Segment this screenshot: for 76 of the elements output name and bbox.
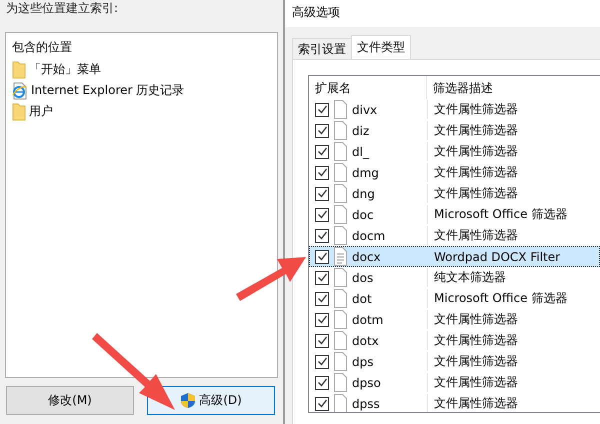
dialog-button[interactable]: 高级(D) xyxy=(147,386,275,415)
checkbox[interactable] xyxy=(315,144,329,158)
file-icon xyxy=(333,141,348,162)
location-label: 用户 xyxy=(29,103,53,120)
extension-text: doc xyxy=(352,208,374,222)
file-icon xyxy=(333,183,348,204)
extension-text: dmg xyxy=(352,166,379,180)
checkbox[interactable] xyxy=(315,376,329,390)
extension-text: dotx xyxy=(352,334,379,348)
file-icon xyxy=(333,330,348,351)
selected-row[interactable]: docx Wordpad DOCX Filter xyxy=(309,246,600,267)
file-icon xyxy=(333,393,348,412)
extension-text: dl_ xyxy=(352,144,369,158)
extension-text: dos xyxy=(352,270,374,284)
file-icon xyxy=(333,267,348,288)
checkbox[interactable] xyxy=(315,124,329,138)
filter-text: 文件属性筛选器 xyxy=(434,332,518,349)
extension-text: docm xyxy=(352,228,386,242)
checkbox[interactable] xyxy=(315,208,329,222)
filter-text: Wordpad DOCX Filter xyxy=(434,250,560,264)
file-icon xyxy=(333,99,348,120)
checkbox[interactable] xyxy=(315,312,329,326)
checkbox[interactable] xyxy=(315,354,329,368)
extension-text: dotm xyxy=(352,312,384,326)
filter-text: 文件属性筛选器 xyxy=(434,374,518,391)
arrow-drawing xyxy=(236,257,306,301)
filter-text: 文件属性筛选器 xyxy=(434,143,518,160)
browser-page-icon xyxy=(12,82,28,100)
checkbox[interactable] xyxy=(315,270,329,284)
filter-text: 文件属性筛选器 xyxy=(434,353,518,370)
extension-text: dot xyxy=(352,292,372,306)
extension-text: dpso xyxy=(352,376,381,390)
file-icon xyxy=(333,204,348,225)
file-icon xyxy=(333,372,348,393)
checkbox[interactable] xyxy=(315,186,329,200)
tab[interactable]: 索引设置 xyxy=(292,38,352,59)
filter-text: 文件属性筛选器 xyxy=(434,122,518,139)
filter-text: Microsoft Office 筛选器 xyxy=(434,206,568,223)
filter-text: 文件属性筛选器 xyxy=(434,101,518,118)
extension-text: dpss xyxy=(352,396,380,410)
checkbox[interactable] xyxy=(315,102,329,116)
extension-text: dps xyxy=(352,354,374,368)
checkbox[interactable] xyxy=(315,334,329,348)
list-header: 包含的位置 xyxy=(12,39,73,56)
location-label: 「开始」菜单 xyxy=(29,61,101,78)
checkbox[interactable] xyxy=(315,166,329,180)
filter-text: 文件属性筛选器 xyxy=(434,395,518,412)
checkbox[interactable] xyxy=(315,292,329,306)
file-icon xyxy=(333,288,348,309)
filter-text: 纯文本筛选器 xyxy=(434,269,506,286)
file-icon xyxy=(333,225,348,246)
extension-text: dng xyxy=(352,186,375,200)
folder-icon xyxy=(12,60,26,78)
filter-text: Microsoft Office 筛选器 xyxy=(434,290,568,307)
checkbox[interactable] xyxy=(315,396,329,410)
folder-icon xyxy=(12,102,26,120)
file-icon xyxy=(333,309,348,330)
extension-text: diz xyxy=(352,124,370,138)
text-file-icon xyxy=(333,246,348,267)
column-header[interactable]: 筛选器描述 xyxy=(427,76,600,99)
file-icon xyxy=(333,120,348,141)
dialog-button[interactable]: 修改(M) xyxy=(6,386,134,415)
checkbox[interactable] xyxy=(315,250,329,264)
filter-text: 文件属性筛选器 xyxy=(434,164,518,181)
checkbox[interactable] xyxy=(315,228,329,242)
filter-text: 文件属性筛选器 xyxy=(434,227,518,244)
file-icon xyxy=(333,162,348,183)
file-icon xyxy=(333,351,348,372)
section-heading: 为这些位置建立索引: xyxy=(5,0,120,17)
column-header[interactable]: 扩展名 xyxy=(309,76,427,99)
filter-text: 文件属性筛选器 xyxy=(434,311,518,328)
filter-text: 文件属性筛选器 xyxy=(434,185,518,202)
tab[interactable]: 文件类型 xyxy=(351,35,411,59)
extension-text: docx xyxy=(352,250,381,264)
location-label: Internet Explorer 历史记录 xyxy=(31,82,184,99)
extension-text: divx xyxy=(352,102,378,116)
